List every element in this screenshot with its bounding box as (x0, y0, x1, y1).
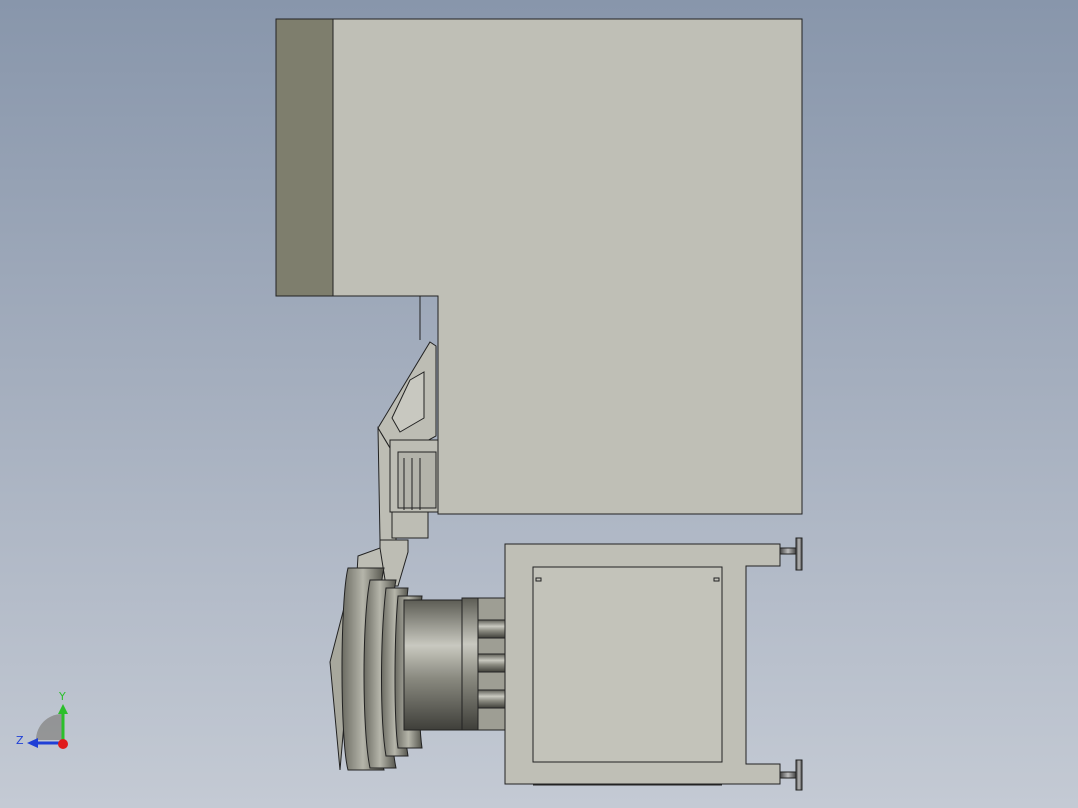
base-cover-plate (532, 566, 723, 763)
adjustable-foot-bottom[interactable] (779, 759, 803, 791)
z-axis-label: Z (16, 734, 24, 747)
robot-arm-linkage[interactable] (355, 341, 439, 591)
side-panel-dark-face (275, 18, 334, 297)
y-axis-arrow-icon (58, 704, 68, 714)
adjustable-foot-top[interactable] (779, 537, 803, 571)
x-axis-dot-icon (58, 739, 68, 749)
y-axis-label: Y (58, 690, 66, 703)
z-axis-arrow-icon (27, 738, 38, 748)
cad-viewport[interactable]: Y Z (0, 0, 1078, 808)
rotary-joint[interactable] (329, 567, 507, 771)
machine-upper-block[interactable] (275, 18, 803, 515)
triad-quadrant-shading (36, 714, 62, 740)
machine-base[interactable] (504, 543, 781, 786)
view-triad[interactable]: Y Z (16, 690, 68, 749)
